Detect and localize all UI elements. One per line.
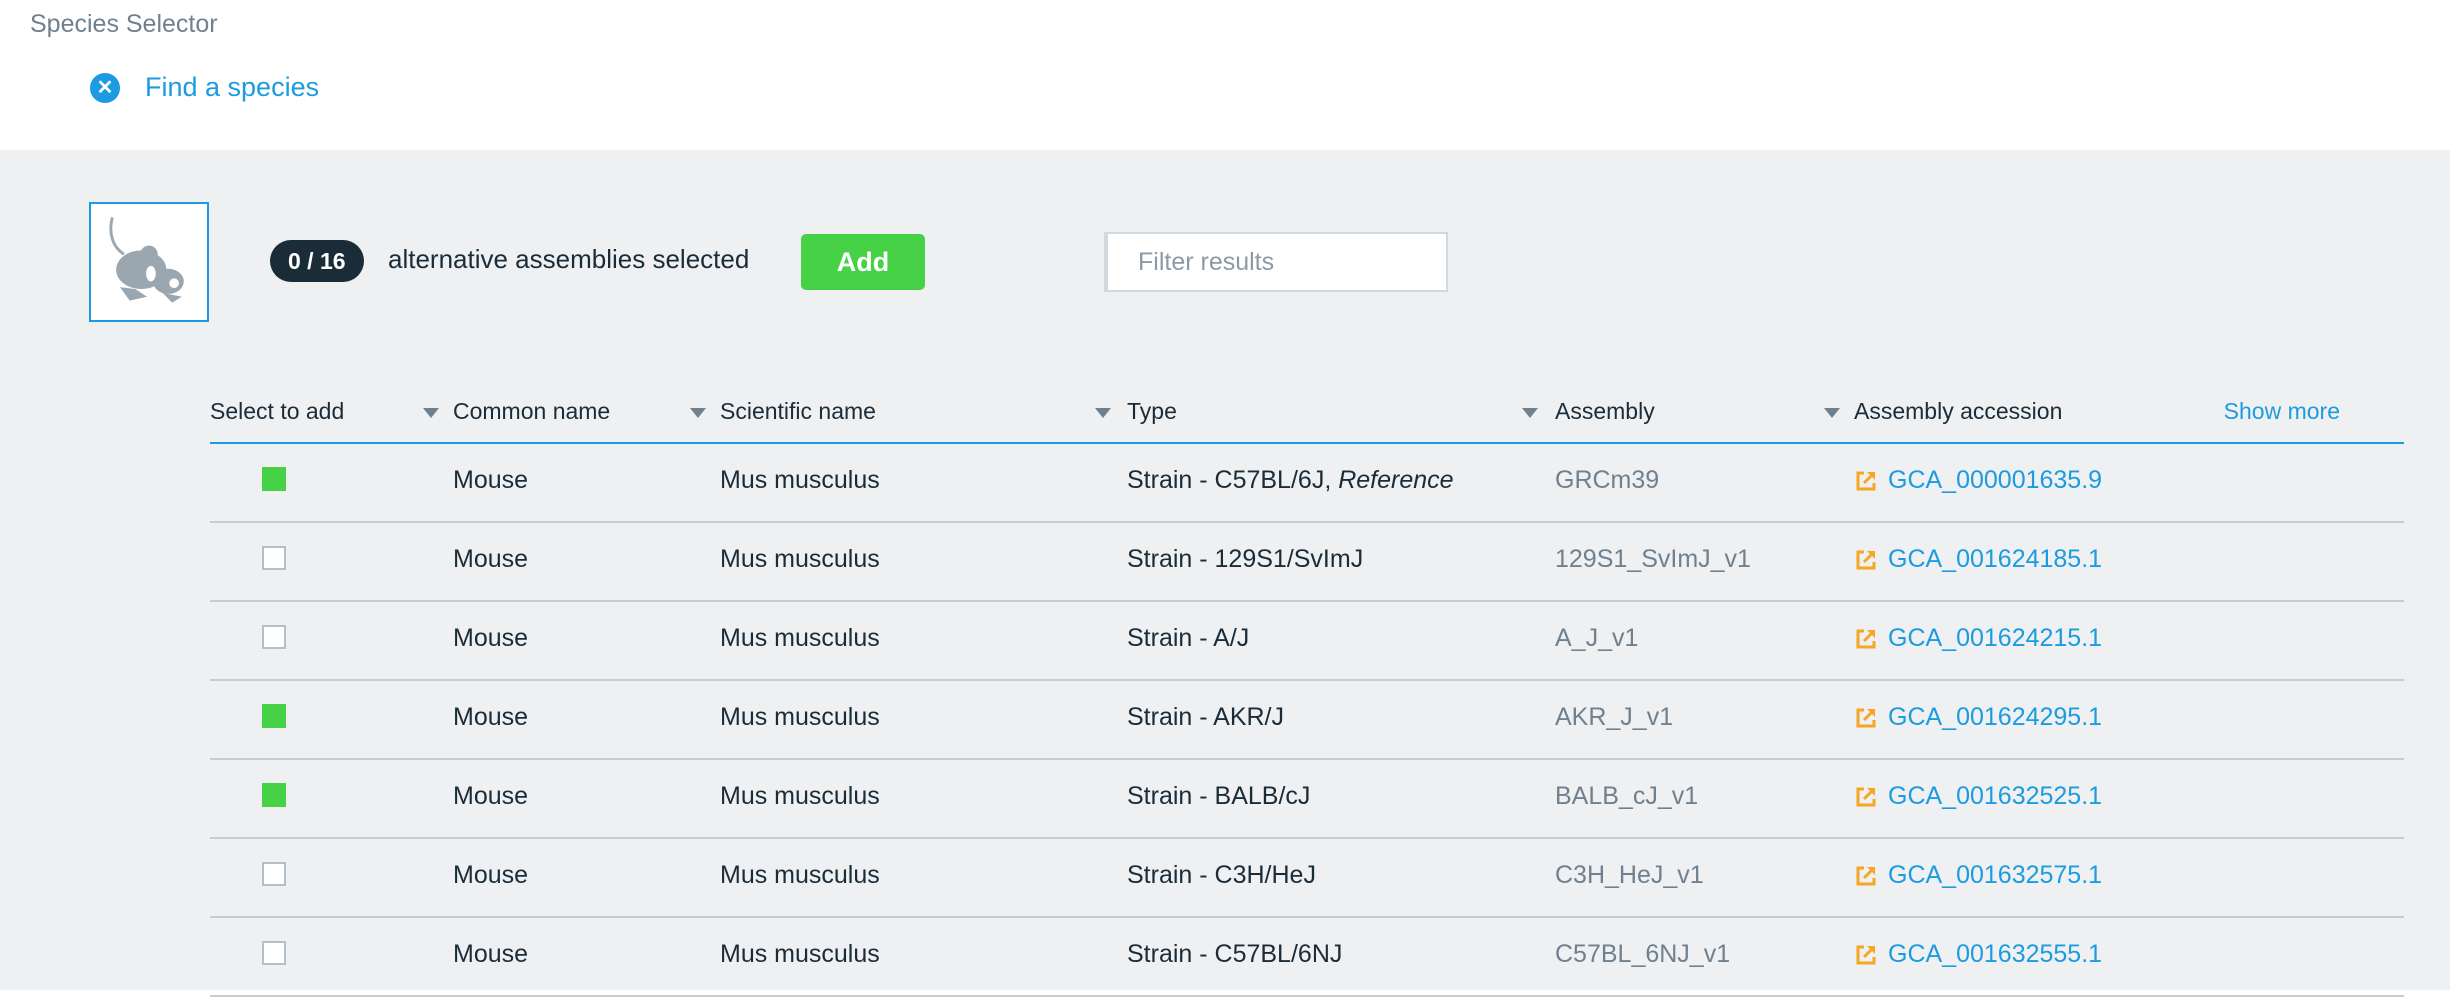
accession-label[interactable]: GCA_001632555.1 <box>1888 940 2102 969</box>
table-row: Mouse Mus musculus Strain - AKR/J AKR_J_… <box>210 681 2404 760</box>
type-cell: Strain - A/J <box>1127 624 1249 653</box>
add-button[interactable]: Add <box>801 234 925 290</box>
accession-link[interactable]: GCA_001624185.1 <box>1854 545 2102 574</box>
accession-label[interactable]: GCA_001632575.1 <box>1888 861 2102 890</box>
type-cell: Strain - 129S1/SvImJ <box>1127 545 1363 574</box>
assembly-cell: C3H_HeJ_v1 <box>1555 861 1704 889</box>
assembly-cell: AKR_J_v1 <box>1555 703 1674 731</box>
filter-results-input[interactable] <box>1104 232 1448 292</box>
accession-link[interactable]: GCA_000001635.9 <box>1854 466 2102 495</box>
accession-link[interactable]: GCA_001632525.1 <box>1854 782 2102 811</box>
type-text: Strain - 129S1/SvImJ <box>1127 545 1364 573</box>
type-cell: Strain - BALB/cJ <box>1127 782 1310 811</box>
type-tag: Reference <box>1338 466 1454 494</box>
type-cell: Strain - C57BL/6NJ <box>1127 940 1342 969</box>
select-checkbox[interactable] <box>262 704 286 728</box>
find-species-link[interactable]: ✕ Find a species <box>90 72 319 103</box>
type-text: Strain - C57BL/6J, <box>1127 466 1339 494</box>
table-row: Mouse Mus musculus Strain - C3H/HeJ C3H_… <box>210 839 2404 918</box>
scientific-name-cell: Mus musculus <box>720 782 880 810</box>
assembly-cell: GRCm39 <box>1555 466 1660 494</box>
find-species-label[interactable]: Find a species <box>145 72 319 103</box>
select-checkbox[interactable] <box>262 941 286 965</box>
scientific-name-cell: Mus musculus <box>720 545 880 573</box>
type-text: Strain - C3H/HeJ <box>1127 861 1316 889</box>
external-link-icon <box>1856 866 1876 885</box>
selected-count-badge: 0 / 16 <box>270 240 364 282</box>
column-header-select: Select to add <box>210 398 345 424</box>
common-name-cell: Mouse <box>453 545 529 573</box>
scientific-name-cell: Mus musculus <box>720 703 880 731</box>
assembly-cell: BALB_cJ_v1 <box>1555 782 1699 810</box>
scientific-name-cell: Mus musculus <box>720 466 880 494</box>
close-icon[interactable]: ✕ <box>90 72 120 103</box>
select-checkbox[interactable] <box>262 625 286 649</box>
column-header-assembly-accession: Assembly accession <box>1854 398 2063 424</box>
type-text: Strain - AKR/J <box>1127 703 1284 731</box>
selected-count-text: alternative assemblies selected <box>388 244 750 274</box>
assembly-cell: C57BL_6NJ_v1 <box>1555 940 1731 968</box>
table-row: Mouse Mus musculus Strain - A/J A_J_v1 G… <box>210 602 2404 681</box>
select-checkbox[interactable] <box>262 467 286 491</box>
assembly-cell: A_J_v1 <box>1555 624 1639 652</box>
assemblies-table: Select to add Common name Scientific nam… <box>210 386 2404 997</box>
external-link-icon <box>1856 708 1876 727</box>
show-more-link[interactable]: Show more <box>2224 398 2340 425</box>
accession-link[interactable]: GCA_001624295.1 <box>1854 703 2102 732</box>
external-link-icon <box>1856 550 1876 569</box>
type-text: Strain - C57BL/6NJ <box>1127 940 1343 968</box>
accession-label[interactable]: GCA_001624185.1 <box>1888 545 2102 574</box>
column-header-assembly: Assembly <box>1555 398 1655 424</box>
table-row: Mouse Mus musculus Strain - C57BL/6NJ C5… <box>210 918 2404 997</box>
sort-assembly-icon[interactable] <box>1824 408 1840 418</box>
table-row: Mouse Mus musculus Strain - C57BL/6J, Re… <box>210 444 2404 523</box>
mouse-species-image <box>89 202 209 322</box>
type-cell: Strain - AKR/J <box>1127 703 1284 732</box>
scientific-name-cell: Mus musculus <box>720 624 880 652</box>
sort-type-icon[interactable] <box>1522 408 1538 418</box>
sort-common-name-icon[interactable] <box>690 408 706 418</box>
column-header-scientific-name: Scientific name <box>720 398 876 424</box>
external-link-icon <box>1856 945 1876 964</box>
sort-scientific-name-icon[interactable] <box>1095 408 1111 418</box>
type-text: Strain - A/J <box>1127 624 1250 652</box>
select-checkbox[interactable] <box>262 862 286 886</box>
external-link-icon <box>1856 471 1876 490</box>
accession-label[interactable]: GCA_001624215.1 <box>1888 624 2102 653</box>
common-name-cell: Mouse <box>453 466 529 494</box>
type-cell: Strain - C57BL/6J, Reference <box>1127 466 1454 495</box>
external-link-icon <box>1856 787 1876 806</box>
table-header: Select to add Common name Scientific nam… <box>210 386 2404 444</box>
assembly-cell: 129S1_SvImJ_v1 <box>1555 545 1751 573</box>
type-text: Strain - BALB/cJ <box>1127 782 1311 810</box>
accession-label[interactable]: GCA_001624295.1 <box>1888 703 2102 732</box>
common-name-cell: Mouse <box>453 782 529 810</box>
scientific-name-cell: Mus musculus <box>720 861 880 889</box>
table-row: Mouse Mus musculus Strain - 129S1/SvImJ … <box>210 523 2404 602</box>
table-row: Mouse Mus musculus Strain - BALB/cJ BALB… <box>210 760 2404 839</box>
top-bar: Species Selector ✕ Find a species <box>0 0 2450 150</box>
select-checkbox[interactable] <box>262 546 286 570</box>
sort-select-icon[interactable] <box>423 408 439 418</box>
mouse-silhouette-icon <box>109 217 184 303</box>
common-name-cell: Mouse <box>453 940 529 968</box>
scientific-name-cell: Mus musculus <box>720 940 880 968</box>
column-header-type: Type <box>1127 398 1177 424</box>
type-cell: Strain - C3H/HeJ <box>1127 861 1316 890</box>
accession-link[interactable]: GCA_001632555.1 <box>1854 940 2102 969</box>
column-header-common-name: Common name <box>453 398 611 424</box>
accession-label[interactable]: GCA_001632525.1 <box>1888 782 2102 811</box>
accession-link[interactable]: GCA_001624215.1 <box>1854 624 2102 653</box>
accession-link[interactable]: GCA_001632575.1 <box>1854 861 2102 890</box>
common-name-cell: Mouse <box>453 861 529 889</box>
accession-label[interactable]: GCA_000001635.9 <box>1888 466 2102 495</box>
external-link-icon <box>1856 629 1876 648</box>
common-name-cell: Mouse <box>453 703 529 731</box>
common-name-cell: Mouse <box>453 624 529 652</box>
main-panel: 0 / 16 alternative assemblies selected A… <box>0 150 2450 997</box>
table-body: Mouse Mus musculus Strain - C57BL/6J, Re… <box>210 444 2404 997</box>
select-checkbox[interactable] <box>262 783 286 807</box>
app-title: Species Selector <box>30 10 218 38</box>
